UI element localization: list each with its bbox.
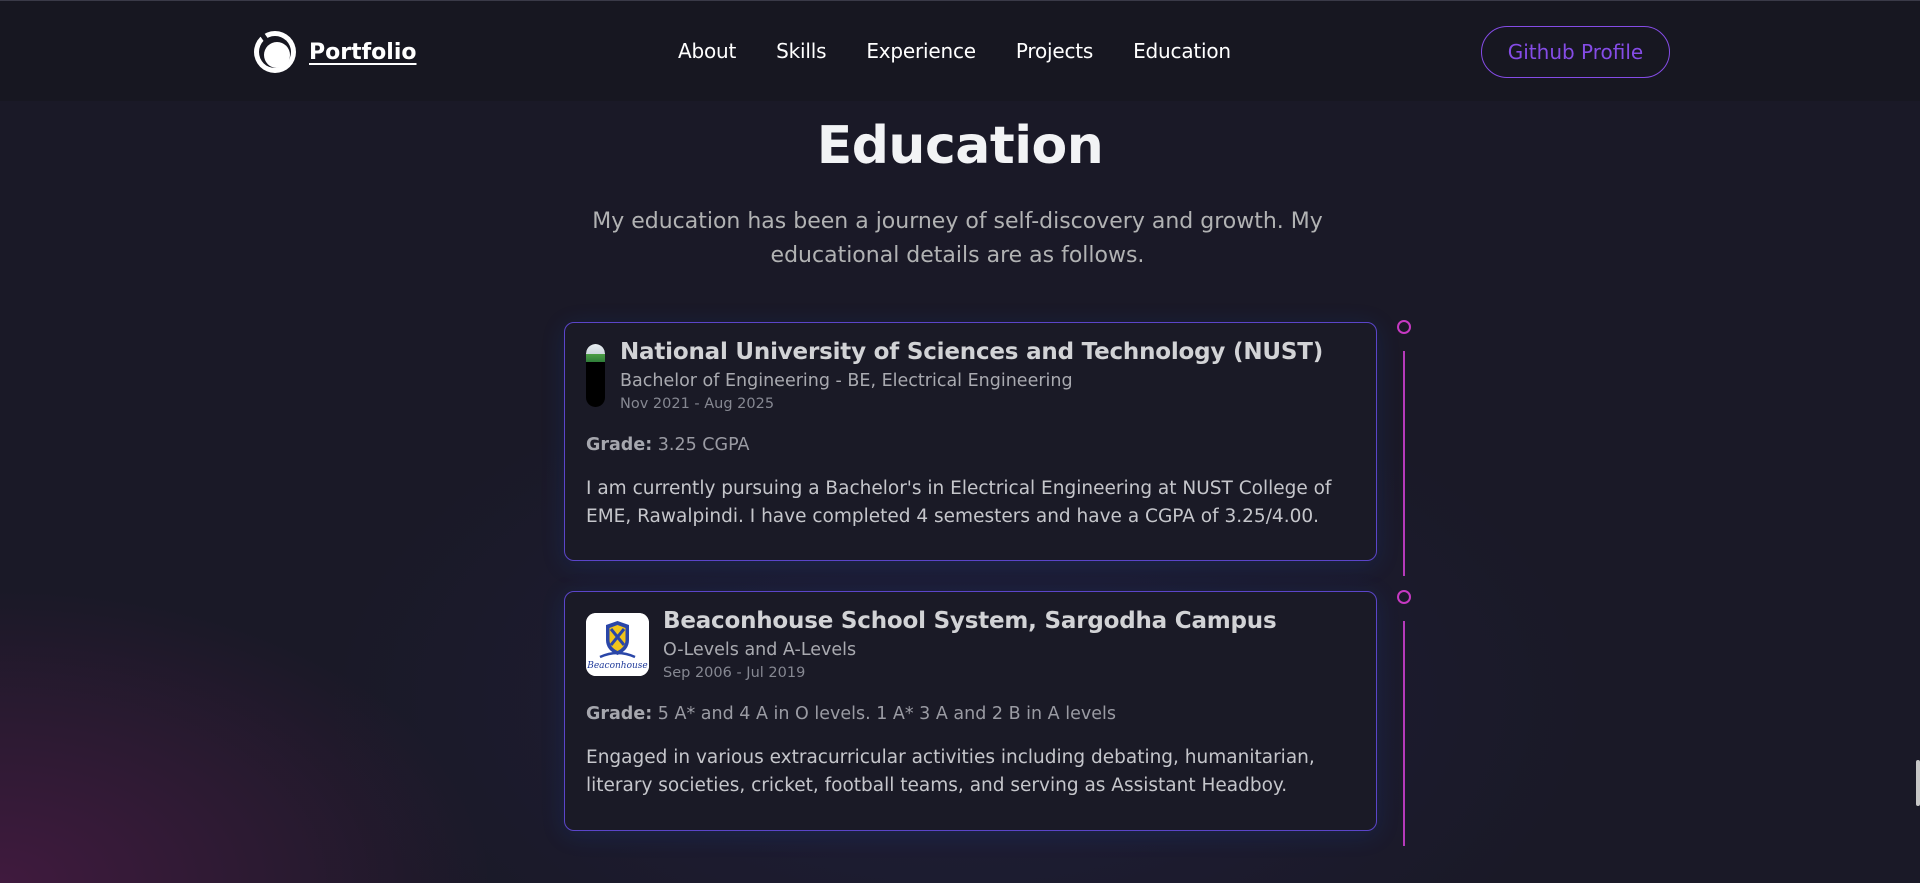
timeline-dot [1397, 320, 1411, 334]
grade: Grade: 3.25 CGPA [586, 435, 750, 455]
broken-image-icon [586, 344, 605, 362]
grade: Grade: 5 A* and 4 A in O levels. 1 A* 3 … [586, 704, 1116, 724]
timeline-dot [1397, 590, 1411, 604]
degree: O-Levels and A-Levels [663, 640, 857, 660]
beaconhouse-logo: Beaconhouse [586, 613, 649, 676]
education-description: I am currently pursuing a Bachelor's in … [586, 478, 1332, 527]
github-profile-button[interactable]: Github Profile [1481, 26, 1670, 78]
grade-label: Grade: [586, 435, 653, 455]
school-name: Beaconhouse School System, Sargodha Camp… [663, 608, 1277, 634]
nav-link-experience[interactable]: Experience [866, 39, 976, 63]
card-header: National University of Sciences and Tech… [620, 339, 1323, 412]
nust-logo-broken-image [586, 344, 605, 407]
education-card-nust: National University of Sciences and Tech… [564, 322, 1377, 561]
nav-link-education[interactable]: Education [1133, 39, 1231, 63]
brand-link[interactable]: Portfolio [253, 29, 417, 75]
nav-links: About Skills Experience Projects Educati… [678, 39, 1231, 63]
section-title: Education [816, 116, 1104, 176]
education-card-beaconhouse: Beaconhouse Beaconhouse School System, S… [564, 591, 1377, 831]
date-range: Sep 2006 - Jul 2019 [663, 665, 806, 681]
degree: Bachelor of Engineering - BE, Electrical… [620, 371, 1073, 391]
scrollbar-thumb[interactable] [1916, 760, 1920, 806]
date-range: Nov 2021 - Aug 2025 [620, 396, 775, 412]
portfolio-logo-icon [254, 31, 296, 73]
grade-label: Grade: [586, 704, 653, 724]
section-description: My education has been a journey of self-… [592, 209, 1323, 268]
grade-value: 5 A* and 4 A in O levels. 1 A* 3 A and 2… [657, 704, 1116, 724]
education-description: Engaged in various extracurricular activ… [586, 747, 1315, 796]
beaconhouse-logo-text: Beaconhouse [586, 661, 648, 671]
timeline-connector [1403, 621, 1405, 846]
school-name: National University of Sciences and Tech… [620, 339, 1324, 365]
brand-name: Portfolio [309, 39, 417, 65]
navbar: Portfolio About Skills Experience Projec… [0, 0, 1920, 101]
card-header: Beaconhouse School System, Sargodha Camp… [663, 608, 1277, 681]
grade-value: 3.25 CGPA [657, 435, 750, 455]
nav-link-about[interactable]: About [678, 39, 736, 63]
nav-link-projects[interactable]: Projects [1016, 39, 1093, 63]
nav-link-skills[interactable]: Skills [776, 39, 826, 63]
beaconhouse-crest-icon: Beaconhouse [586, 613, 649, 676]
timeline-connector [1403, 351, 1405, 576]
